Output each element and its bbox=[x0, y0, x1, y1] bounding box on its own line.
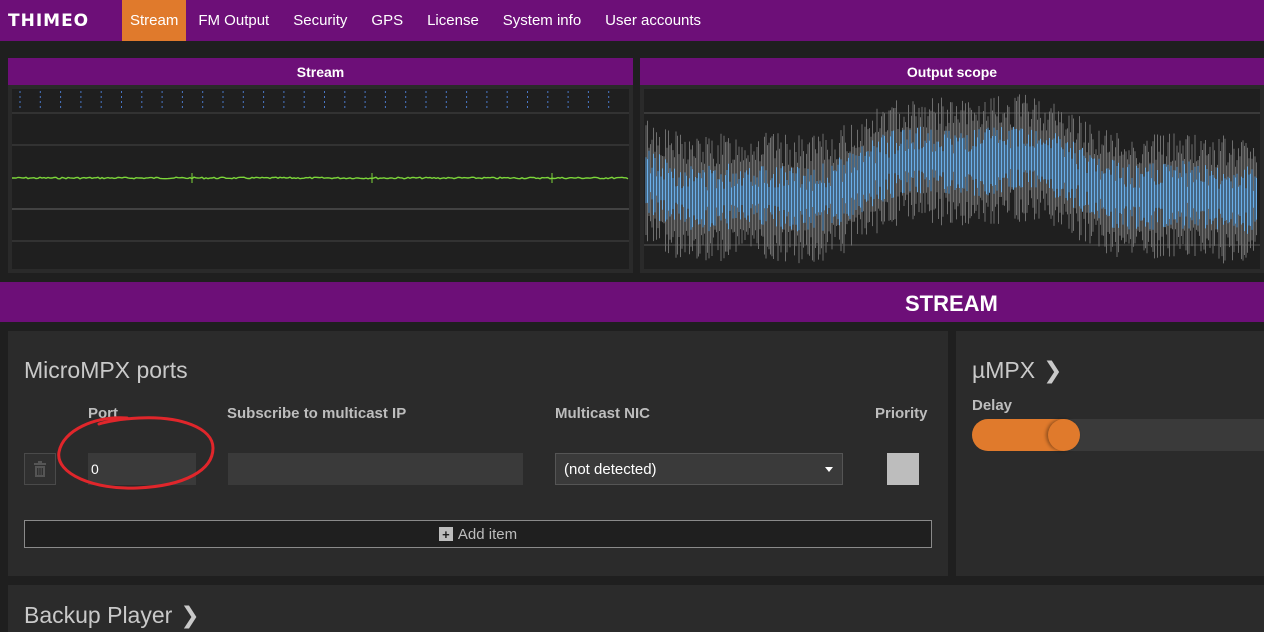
plus-icon: + bbox=[438, 527, 453, 541]
nav-item-security[interactable]: Security bbox=[281, 0, 359, 41]
nav-item-gps[interactable]: GPS bbox=[359, 0, 415, 41]
umpx-title[interactable]: µMPX ❯ bbox=[972, 357, 1062, 384]
add-item-label: Add item bbox=[457, 525, 518, 543]
backup-player-title[interactable]: Backup Player ❯ bbox=[24, 602, 200, 629]
output-scope-title: Output scope bbox=[640, 58, 1264, 85]
port-column-label: Port bbox=[88, 405, 118, 422]
umpx-card: µMPX ❯ Delay bbox=[956, 331, 1264, 576]
port-input[interactable]: 0 bbox=[88, 453, 196, 485]
nav-item-fm-output[interactable]: FM Output bbox=[186, 0, 281, 41]
section-title: STREAM bbox=[905, 291, 998, 316]
subscribe-column-label: Subscribe to multicast IP bbox=[227, 405, 407, 422]
stream-graph bbox=[12, 89, 629, 269]
delay-label: Delay bbox=[972, 397, 1013, 414]
priority-column-label: Priority bbox=[875, 405, 928, 422]
delay-slider-handle[interactable] bbox=[1048, 419, 1080, 451]
output-scope-canvas bbox=[644, 94, 1260, 264]
stream-panel-title: Stream bbox=[8, 58, 633, 85]
umpx-title-text: µMPX bbox=[972, 357, 1036, 383]
backup-player-title-text: Backup Player bbox=[24, 602, 173, 628]
chevron-right-icon: ❯ bbox=[1043, 357, 1063, 383]
nav-item-license[interactable]: License bbox=[415, 0, 491, 41]
top-navbar: THIMEO Stream FM Output Security GPS Lic… bbox=[0, 0, 1264, 41]
subscribe-multicast-ip-input[interactable] bbox=[228, 453, 523, 485]
micrompx-ports-title: MicroMPX ports bbox=[24, 357, 188, 383]
thimeo-logo[interactable]: THIMEO bbox=[0, 0, 122, 41]
multicast-nic-select[interactable]: (not detected) bbox=[555, 453, 843, 485]
section-header-band: STREAM bbox=[0, 282, 1264, 322]
add-item-button[interactable]: + Add item bbox=[24, 520, 932, 548]
stream-level-line bbox=[12, 176, 629, 180]
priority-box[interactable] bbox=[887, 453, 919, 485]
nav-item-user-accounts[interactable]: User accounts bbox=[593, 0, 713, 41]
multicast-nic-value: (not detected) bbox=[564, 460, 657, 478]
chevron-down-icon bbox=[825, 467, 833, 472]
nic-column-label: Multicast NIC bbox=[555, 405, 651, 422]
delay-slider[interactable] bbox=[972, 419, 1264, 451]
nav-item-stream[interactable]: Stream bbox=[122, 0, 187, 41]
output-scope-graph bbox=[644, 89, 1260, 269]
backup-player-card: Backup Player ❯ bbox=[8, 585, 1264, 632]
trash-icon bbox=[34, 461, 46, 477]
micrompx-ports-card: MicroMPX ports Port Subscribe to multica… bbox=[8, 331, 948, 576]
output-scope-panel: Output scope bbox=[640, 58, 1264, 273]
stream-waveform-canvas bbox=[12, 91, 629, 242]
delete-row-button[interactable] bbox=[24, 453, 56, 485]
stream-panel: Stream bbox=[8, 58, 633, 273]
chevron-right-icon: ❯ bbox=[180, 602, 200, 628]
nav-item-system-info[interactable]: System info bbox=[491, 0, 593, 41]
